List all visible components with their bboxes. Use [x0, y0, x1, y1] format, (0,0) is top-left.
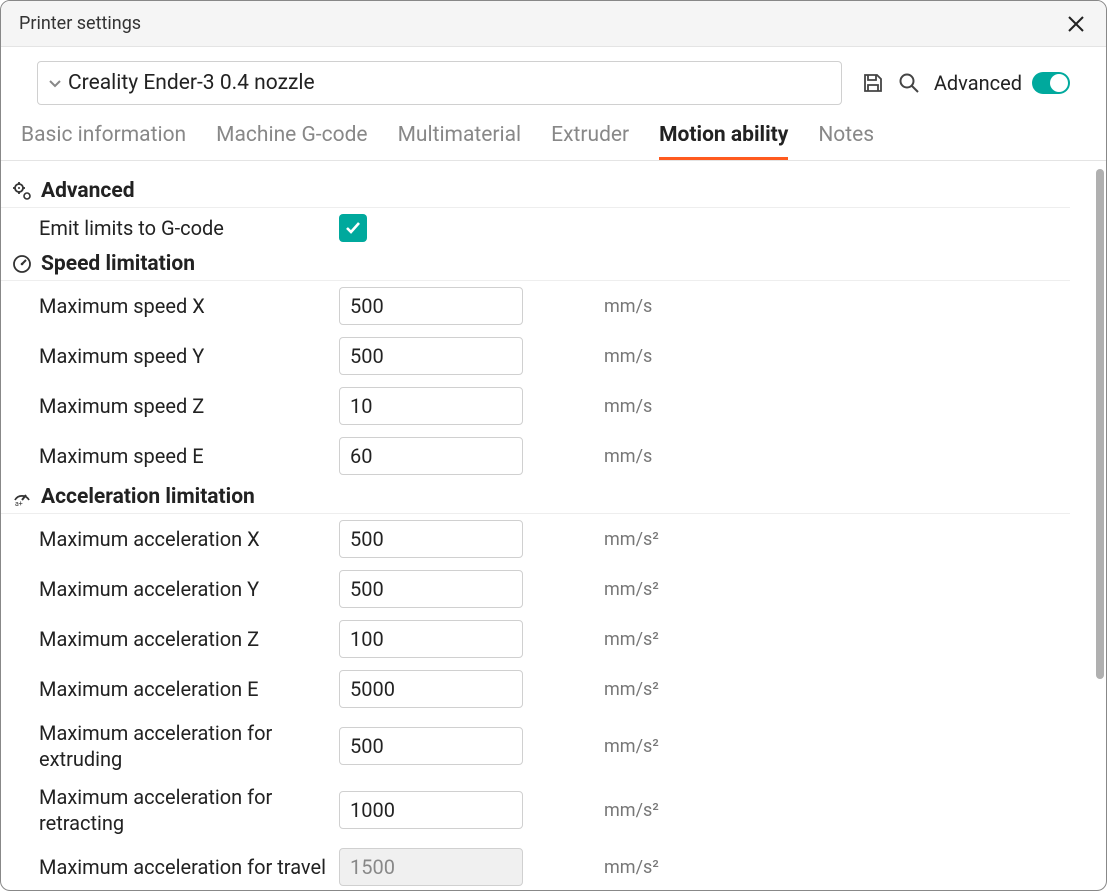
section-accel-header: a+ Acceleration limitation — [1, 481, 1070, 514]
section-advanced-header: Advanced — [1, 175, 1070, 208]
speed-row: Maximum speed Zmm/s — [1, 381, 1088, 431]
setting-input-wrap: mm/s² — [339, 670, 523, 708]
titlebar: Printer settings — [1, 1, 1106, 47]
setting-input[interactable] — [350, 627, 604, 651]
setting-input[interactable] — [350, 734, 604, 758]
setting-input[interactable] — [350, 344, 604, 368]
unit-label: mm/s² — [604, 679, 659, 700]
content-wrapper: Advanced Emit limits to G-code Speed lim… — [1, 161, 1106, 890]
chevron-down-icon — [48, 72, 62, 95]
setting-label: Maximum acceleration X — [39, 526, 339, 552]
setting-input[interactable] — [350, 798, 604, 822]
tab-extruder[interactable]: Extruder — [551, 123, 629, 160]
setting-input[interactable] — [350, 294, 604, 318]
setting-input[interactable] — [350, 527, 604, 551]
scrollbar-thumb[interactable] — [1096, 169, 1104, 679]
printer-settings-window: Printer settings Creality Ender-3 0.4 no… — [0, 0, 1107, 891]
tab-multimaterial[interactable]: Multimaterial — [398, 123, 522, 160]
speed-row: Maximum speed Xmm/s — [1, 281, 1088, 331]
unit-label: mm/s — [604, 296, 652, 317]
save-icon — [862, 72, 884, 94]
section-title: Advanced — [41, 179, 135, 203]
emit-limits-label: Emit limits to G-code — [39, 215, 339, 241]
unit-label: mm/s² — [604, 579, 659, 600]
speed-row: Maximum speed Ymm/s — [1, 331, 1088, 381]
setting-label: Maximum speed X — [39, 293, 339, 319]
unit-label: mm/s — [604, 396, 652, 417]
toolbar-icons: Advanced — [860, 70, 1070, 96]
preset-selector[interactable]: Creality Ender-3 0.4 nozzle — [37, 61, 842, 105]
setting-input-wrap: mm/s² — [339, 620, 523, 658]
search-icon — [898, 72, 920, 94]
setting-input-wrap: mm/s² — [339, 791, 523, 829]
unit-label: mm/s² — [604, 857, 659, 878]
setting-input-wrap: mm/s — [339, 437, 523, 475]
setting-label: Maximum acceleration for travel — [39, 854, 339, 880]
setting-label: Maximum speed E — [39, 443, 339, 469]
setting-input-wrap: mm/s² — [339, 727, 523, 765]
unit-label: mm/s² — [604, 629, 659, 650]
window-title: Printer settings — [19, 13, 141, 34]
tab-basic-information[interactable]: Basic information — [21, 123, 186, 160]
setting-input[interactable] — [350, 444, 604, 468]
accel-row: Maximum acceleration Xmm/s² — [1, 514, 1088, 564]
close-icon — [1067, 15, 1085, 33]
advanced-toggle[interactable] — [1032, 72, 1070, 94]
emit-limits-row: Emit limits to G-code — [1, 208, 1088, 248]
setting-input-wrap: mm/s — [339, 287, 523, 325]
speed-row: Maximum speed Emm/s — [1, 431, 1088, 481]
setting-label: Maximum acceleration Z — [39, 626, 339, 652]
search-button[interactable] — [896, 70, 922, 96]
unit-label: mm/s² — [604, 800, 659, 821]
setting-input[interactable] — [350, 577, 604, 601]
setting-label: Maximum speed Y — [39, 343, 339, 369]
setting-label: Maximum acceleration E — [39, 676, 339, 702]
svg-text:a+: a+ — [15, 500, 23, 508]
section-title: Acceleration limitation — [41, 485, 255, 509]
tab-motion-ability[interactable]: Motion ability — [659, 123, 788, 160]
unit-label: mm/s — [604, 446, 652, 467]
unit-label: mm/s² — [604, 529, 659, 550]
gears-icon — [11, 180, 33, 202]
close-button[interactable] — [1064, 12, 1088, 36]
unit-label: mm/s² — [604, 736, 659, 757]
setting-input-wrap: mm/s² — [339, 520, 523, 558]
setting-label: Maximum speed Z — [39, 393, 339, 419]
toggle-knob — [1050, 74, 1068, 92]
accel-row: Maximum acceleration Zmm/s² — [1, 614, 1088, 664]
save-button[interactable] — [860, 70, 886, 96]
setting-input-wrap: mm/s — [339, 337, 523, 375]
gauge-icon — [11, 253, 33, 275]
setting-input — [350, 855, 604, 879]
tab-machine-g-code[interactable]: Machine G-code — [216, 123, 367, 160]
setting-input-wrap: mm/s² — [339, 848, 523, 886]
accel-row: Maximum acceleration for retractingmm/s² — [1, 778, 1088, 842]
setting-label: Maximum acceleration for extruding — [39, 720, 339, 772]
toolbar: Creality Ender-3 0.4 nozzle Advanced — [1, 47, 1106, 105]
setting-label: Maximum acceleration Y — [39, 576, 339, 602]
check-icon — [344, 219, 362, 237]
setting-label: Maximum acceleration for retracting — [39, 784, 339, 836]
setting-input[interactable] — [350, 394, 604, 418]
emit-limits-checkbox[interactable] — [339, 214, 367, 242]
acceleration-icon: a+ — [11, 486, 33, 508]
accel-row: Maximum acceleration Ymm/s² — [1, 564, 1088, 614]
setting-input-wrap: mm/s² — [339, 570, 523, 608]
preset-name: Creality Ender-3 0.4 nozzle — [68, 71, 315, 95]
section-title: Speed limitation — [41, 252, 195, 276]
accel-row: Maximum acceleration for extrudingmm/s² — [1, 714, 1088, 778]
setting-input[interactable] — [350, 677, 604, 701]
advanced-mode-label: Advanced — [934, 71, 1022, 95]
unit-label: mm/s — [604, 346, 652, 367]
tabs: Basic information Machine G-code Multimate… — [1, 105, 1106, 161]
accel-row: Maximum acceleration for travelmm/s² — [1, 842, 1088, 890]
tab-notes[interactable]: Notes — [818, 123, 874, 160]
setting-input-wrap: mm/s — [339, 387, 523, 425]
accel-row: Maximum acceleration Emm/s² — [1, 664, 1088, 714]
section-speed-header: Speed limitation — [1, 248, 1070, 281]
scrollbar[interactable] — [1088, 161, 1106, 890]
settings-content: Advanced Emit limits to G-code Speed lim… — [1, 161, 1088, 890]
